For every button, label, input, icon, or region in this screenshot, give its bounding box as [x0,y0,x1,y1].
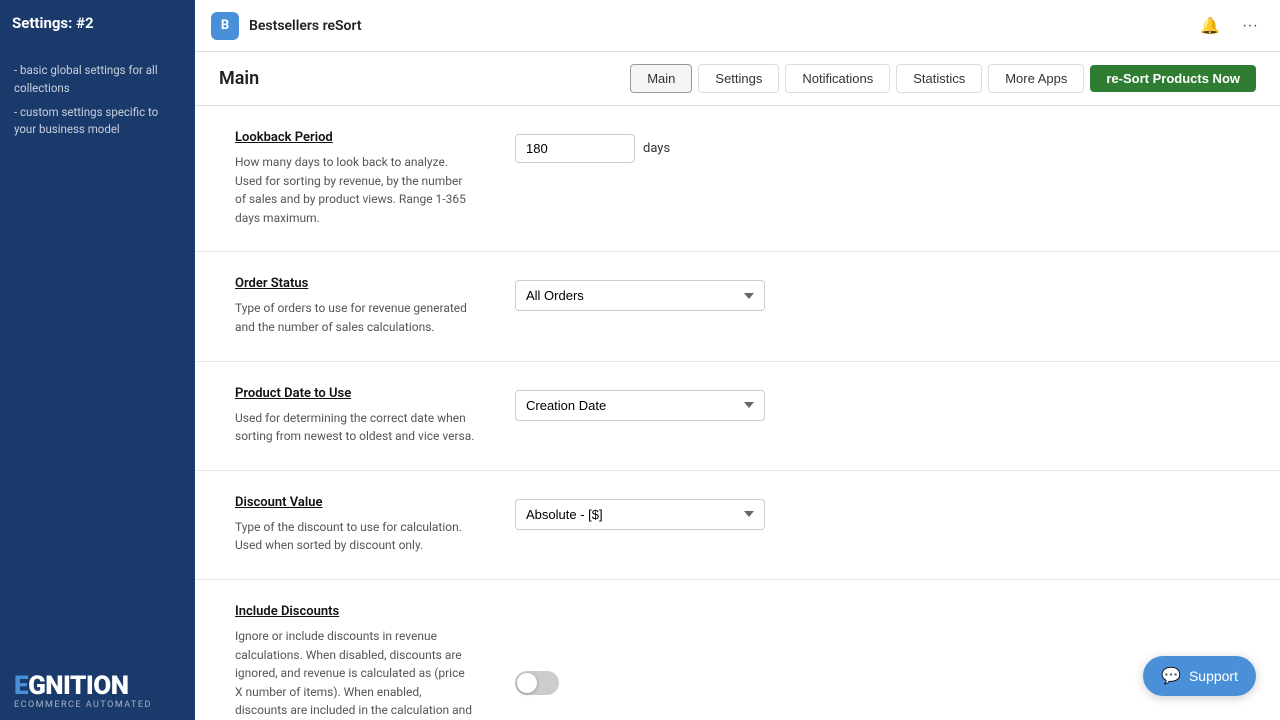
product-date-control: Creation Date Published Date Updated Dat… [515,386,1240,446]
tab-resort-products[interactable]: re-Sort Products Now [1090,65,1256,92]
settings-content: Lookback Period How many days to look ba… [195,106,1280,720]
tab-statistics[interactable]: Statistics [896,64,982,93]
order-status-control: All Orders Paid Orders Completed Orders [515,276,1240,336]
brand-logo-row: EGNITION [14,673,181,699]
support-label: Support [1189,668,1238,684]
brand-logo: EGNITION ECOMMERCE AUTOMATED [14,673,181,710]
sidebar-footer: EGNITION ECOMMERCE AUTOMATED [0,659,195,720]
sidebar-desc-line1: - basic global settings for all collecti… [14,62,181,98]
product-date-title: Product Date to Use [235,386,475,401]
brand-tagline: ECOMMERCE AUTOMATED [14,700,181,710]
discount-value-desc: Type of the discount to use for calculat… [235,518,475,555]
section-order-status: Order Status Type of orders to use for r… [195,252,1280,361]
lookback-unit: days [643,134,670,156]
product-date-label-col: Product Date to Use Used for determining… [235,386,475,446]
lookback-input[interactable] [515,134,635,163]
discount-value-control: Absolute - [$] Percentage - [%] [515,495,1240,555]
lookback-label-col: Lookback Period How many days to look ba… [235,130,475,227]
include-discounts-title: Include Discounts [235,604,475,619]
page-title: Main [219,68,259,89]
sidebar-desc-line2: - custom settings specific to your busin… [14,104,181,140]
section-lookback-period: Lookback Period How many days to look ba… [195,106,1280,252]
toggle-track [515,671,559,695]
app-icon: B [211,12,239,40]
tab-main[interactable]: Main [630,64,692,93]
chat-icon: 💬 [1161,666,1181,686]
bell-icon-button[interactable]: 🔔 [1194,12,1226,40]
order-status-select[interactable]: All Orders Paid Orders Completed Orders [515,280,765,311]
include-discounts-desc: Ignore or include discounts in revenue c… [235,627,475,720]
tab-notifications[interactable]: Notifications [785,64,890,93]
order-status-label-col: Order Status Type of orders to use for r… [235,276,475,336]
product-date-select[interactable]: Creation Date Published Date Updated Dat… [515,390,765,421]
toggle-thumb [517,673,537,693]
brand-e-letter: E [14,671,28,701]
lookback-control: days [515,130,1240,227]
content-area: Main Main Settings Notifications Statist… [195,52,1280,720]
support-button[interactable]: 💬 Support [1143,656,1256,696]
brand-name-rest: GNITION [28,671,128,701]
section-product-date: Product Date to Use Used for determining… [195,362,1280,471]
lookback-title: Lookback Period [235,130,475,145]
lookback-desc: How many days to look back to analyze. U… [235,153,475,227]
sidebar-description: - basic global settings for all collecti… [0,50,195,151]
section-discount-value: Discount Value Type of the discount to u… [195,471,1280,580]
page-header: Main Main Settings Notifications Statist… [195,52,1280,106]
tab-settings[interactable]: Settings [698,64,779,93]
topbar: B Bestsellers reSort 🔔 ··· [195,0,1280,52]
discount-value-select[interactable]: Absolute - [$] Percentage - [%] [515,499,765,530]
discount-value-label-col: Discount Value Type of the discount to u… [235,495,475,555]
include-discounts-control [515,604,1240,720]
product-date-desc: Used for determining the correct date wh… [235,409,475,446]
include-discounts-label-col: Include Discounts Ignore or include disc… [235,604,475,720]
discount-value-title: Discount Value [235,495,475,510]
sidebar-header: Settings: #2 [0,0,195,50]
brand-logo-text: EGNITION [14,673,129,699]
app-name: Bestsellers reSort [249,18,712,34]
include-discounts-toggle[interactable] [515,671,559,695]
main-area: B Bestsellers reSort 🔔 ··· Main Main Set… [195,0,1280,720]
section-include-discounts: Include Discounts Ignore or include disc… [195,580,1280,720]
order-status-desc: Type of orders to use for revenue genera… [235,299,475,336]
more-options-button[interactable]: ··· [1236,13,1264,39]
tab-more-apps[interactable]: More Apps [988,64,1084,93]
order-status-title: Order Status [235,276,475,291]
sidebar-title: Settings: #2 [12,14,183,32]
sidebar: Settings: #2 - basic global settings for… [0,0,195,720]
page-nav: Main Settings Notifications Statistics M… [630,64,1256,93]
